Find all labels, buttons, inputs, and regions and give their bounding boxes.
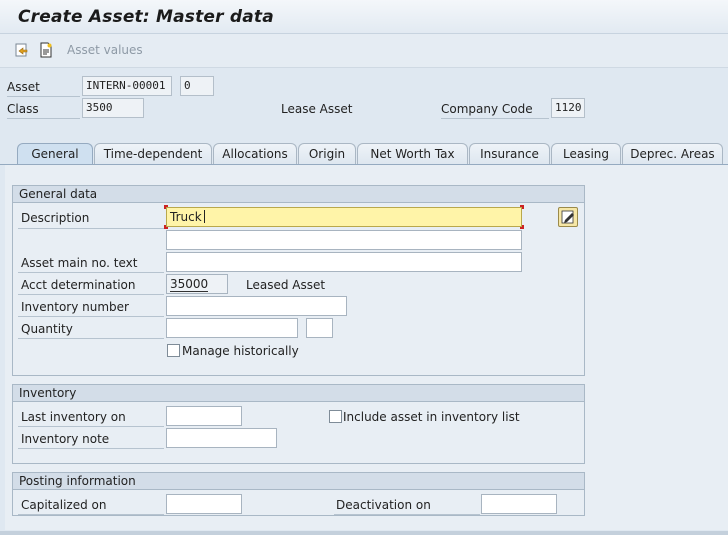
quantity-label: Quantity (21, 322, 73, 336)
label-underline (18, 228, 164, 229)
focus-corner (164, 225, 168, 229)
quantity-input[interactable] (166, 318, 298, 338)
asset-subnumber-field[interactable]: 0 (180, 76, 214, 96)
tab-origin[interactable]: Origin (298, 143, 356, 165)
other-asset-icon[interactable] (14, 42, 30, 58)
company-code-label: Company Code (441, 102, 533, 116)
label-underline (7, 118, 80, 119)
deactivation-on-input[interactable] (481, 494, 557, 514)
asset-main-text-label: Asset main no. text (21, 256, 138, 270)
description-2-input[interactable] (166, 230, 522, 250)
description-label: Description (21, 211, 90, 225)
edit-pencil-icon (561, 210, 574, 224)
label-underline (18, 338, 164, 339)
inventory-number-label: Inventory number (21, 300, 129, 314)
tab-strip: General Time-dependent Allocations Origi… (0, 142, 728, 165)
tab-allocations[interactable]: Allocations (213, 143, 297, 165)
quantity-unit-input[interactable] (306, 318, 333, 338)
inventory-number-input[interactable] (166, 296, 347, 316)
tab-time-dependent[interactable]: Time-dependent (94, 143, 212, 165)
last-inventory-input[interactable] (166, 406, 242, 426)
label-underline (7, 96, 80, 97)
label-underline (18, 294, 164, 295)
description-value: Truck (170, 210, 202, 224)
company-code-field[interactable]: 1120 (551, 98, 585, 118)
deactivation-on-label: Deactivation on (336, 498, 431, 512)
page-title: Create Asset: Master data (18, 7, 274, 27)
tab-insurance[interactable]: Insurance (469, 143, 550, 165)
label-underline (334, 514, 480, 515)
last-inventory-label: Last inventory on (21, 410, 126, 424)
label-underline (18, 448, 164, 449)
application-toolbar: Asset values (0, 34, 728, 68)
tab-net-worth-tax[interactable]: Net Worth Tax (357, 143, 468, 165)
capitalized-on-input[interactable] (166, 494, 242, 514)
asset-class-field[interactable]: 3500 (82, 98, 144, 118)
group-header: General data (13, 186, 584, 203)
new-document-icon[interactable] (38, 42, 54, 58)
bottom-border (0, 531, 728, 535)
group-header: Inventory (13, 385, 584, 402)
asset-label: Asset (7, 80, 40, 94)
include-inventory-checkbox[interactable] (329, 410, 342, 423)
manage-historically-checkbox[interactable] (167, 344, 180, 357)
label-underline (441, 118, 549, 119)
focus-corner (520, 205, 524, 209)
label-underline (18, 272, 164, 273)
focus-corner (520, 225, 524, 229)
asset-values-button[interactable]: Asset values (67, 43, 143, 57)
label-underline (18, 316, 164, 317)
acct-determination-label: Acct determination (21, 278, 136, 292)
asset-main-text-input[interactable] (166, 252, 522, 272)
label-underline (18, 426, 164, 427)
title-bar: Create Asset: Master data (0, 0, 728, 34)
group-header: Posting information (13, 473, 584, 490)
focus-corner (164, 205, 168, 209)
include-inventory-label: Include asset in inventory list (343, 410, 520, 424)
inventory-note-input[interactable] (166, 428, 277, 448)
manage-historically-label: Manage historically (182, 344, 299, 358)
inventory-note-label: Inventory note (21, 432, 110, 446)
inventory-group: Inventory (12, 384, 585, 464)
tab-deprec-areas[interactable]: Deprec. Areas (622, 143, 723, 165)
description-input[interactable]: Truck (166, 207, 522, 227)
acct-determination-field[interactable]: 35000 (166, 274, 228, 294)
acct-determination-text: Leased Asset (246, 278, 326, 292)
class-label: Class (7, 102, 39, 116)
acct-determination-value: 35000 (170, 277, 209, 292)
tab-leasing[interactable]: Leasing (551, 143, 621, 165)
lease-asset-text: Lease Asset (281, 102, 353, 116)
label-underline (18, 514, 164, 515)
edit-long-text-button[interactable] (558, 207, 578, 227)
asset-header: Asset INTERN-00001 0 Class 3500 Lease As… (0, 68, 728, 138)
asset-number-field[interactable]: INTERN-00001 (82, 76, 172, 96)
tab-general[interactable]: General (17, 143, 93, 165)
capitalized-on-label: Capitalized on (21, 498, 107, 512)
text-cursor (203, 210, 205, 223)
